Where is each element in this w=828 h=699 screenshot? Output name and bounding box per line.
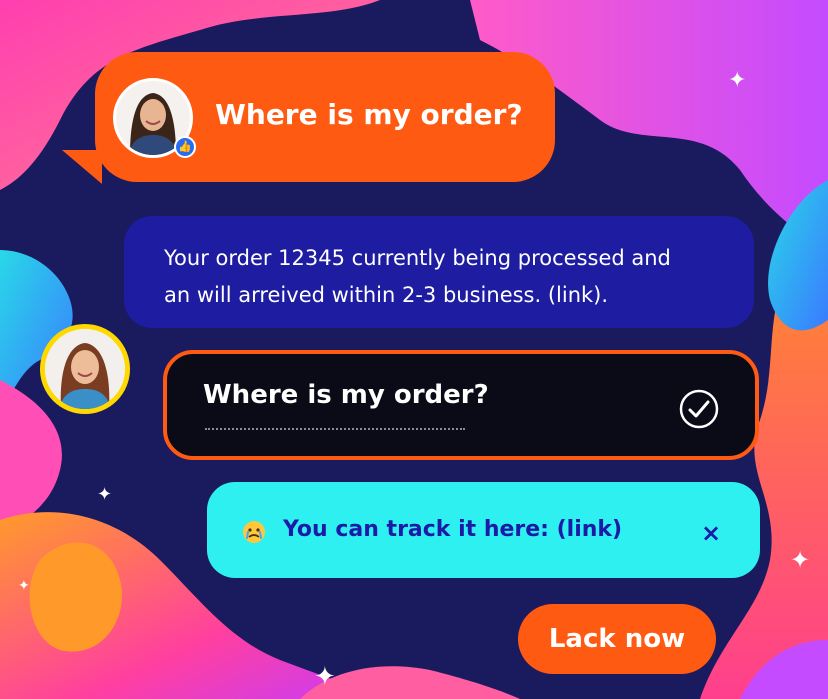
- bot-message-bubble: [124, 216, 754, 328]
- close-button[interactable]: ×: [698, 520, 724, 546]
- avatar: [40, 324, 130, 414]
- avatar-portrait: [45, 329, 125, 409]
- user-message-text: Where is my order?: [215, 98, 523, 131]
- check-circle-icon: [679, 389, 719, 429]
- sparkle-icon: ✦: [18, 578, 30, 594]
- bubble-tail: [62, 150, 102, 184]
- track-now-button[interactable]: Lack now: [518, 604, 716, 674]
- thumbs-up-badge-icon: 👍: [174, 136, 196, 158]
- bot-message-line: an will arreived within 2-3 business. (l…: [164, 283, 609, 307]
- crying-emoji-icon: [243, 521, 265, 543]
- sparkle-icon: ✦: [97, 484, 113, 505]
- text-underline: [205, 428, 465, 430]
- user-message-text: Where is my order?: [203, 380, 489, 410]
- bot-message-text: You can track it here: (link): [283, 517, 623, 542]
- chat-illustration: ✦ ✦ ✦ ✦ ✦ 👍 Where is my order? Your orde…: [0, 0, 828, 699]
- bot-message-line: Your order 12345 currently being process…: [164, 246, 671, 270]
- sparkle-icon: ✦: [314, 662, 336, 692]
- sparkle-icon: ✦: [790, 546, 811, 574]
- sparkle-icon: ✦: [728, 68, 747, 93]
